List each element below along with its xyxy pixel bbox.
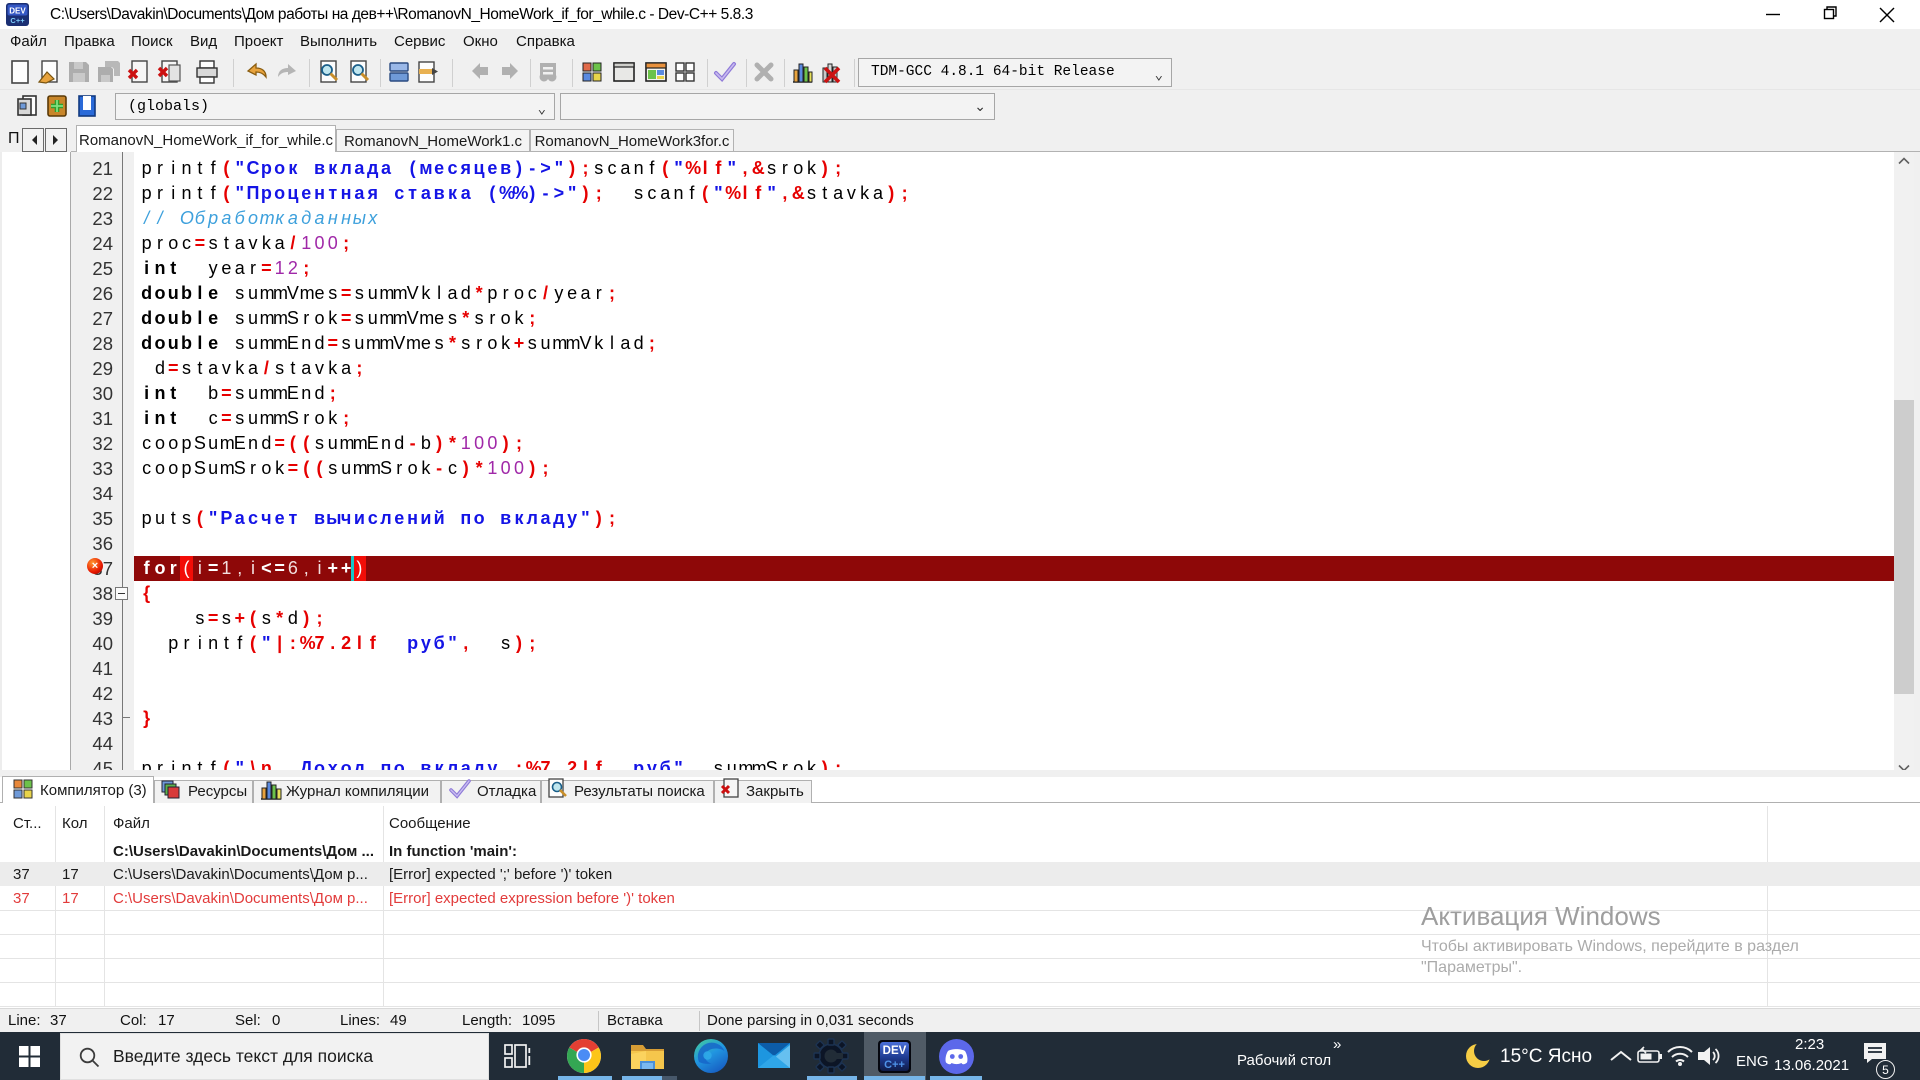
svg-text:C++: C++	[884, 1059, 905, 1071]
svg-text:DEV: DEV	[883, 1045, 907, 1057]
